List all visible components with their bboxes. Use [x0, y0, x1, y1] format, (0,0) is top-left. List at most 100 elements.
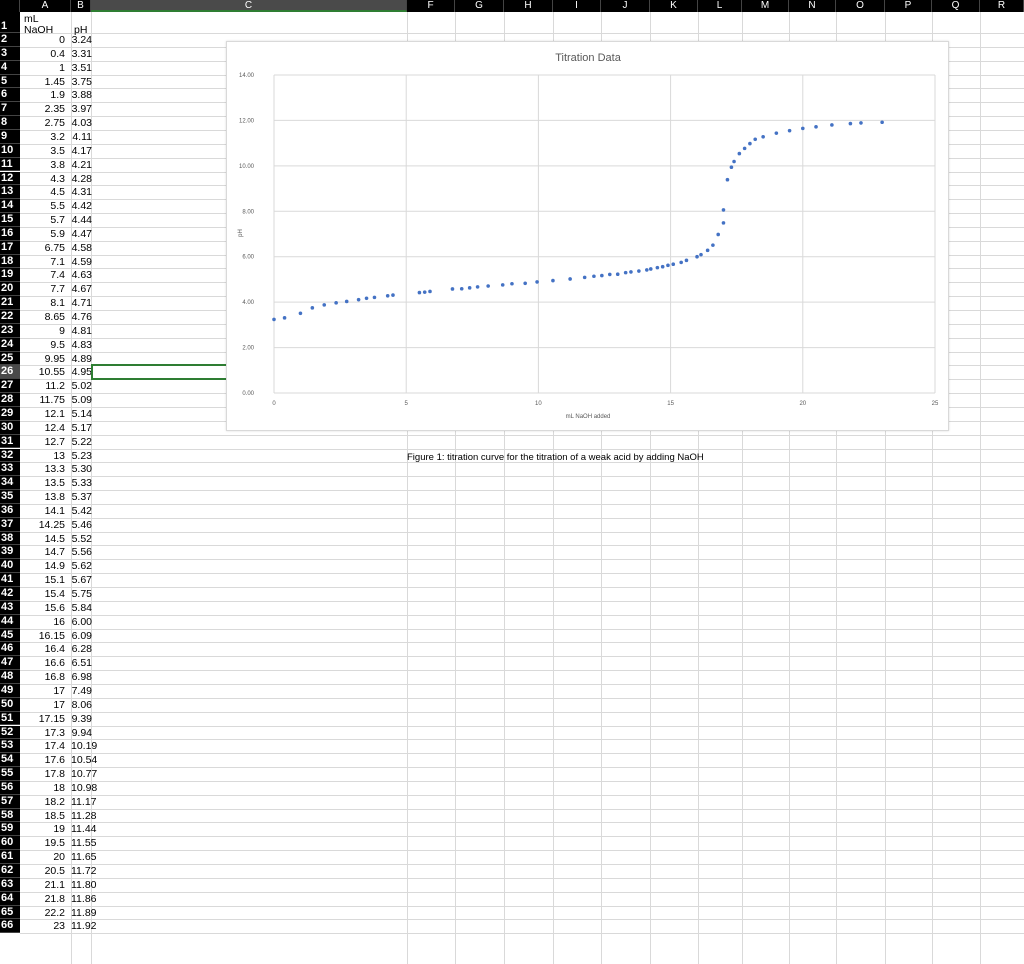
column-header-k[interactable]: K: [650, 0, 698, 12]
cell-ml-naoh[interactable]: 12.1: [20, 408, 65, 421]
cell-ph[interactable]: 5.22: [71, 436, 92, 449]
cell-ph[interactable]: 6.51: [71, 657, 92, 670]
cell-ml-naoh[interactable]: 9: [20, 325, 65, 338]
cell-ml-naoh[interactable]: 15.4: [20, 588, 65, 601]
cell-ml-naoh[interactable]: 0: [20, 34, 65, 47]
cell-ml-naoh[interactable]: 17: [20, 685, 65, 698]
cell-ml-naoh[interactable]: 3.2: [20, 131, 65, 144]
cell-ml-naoh[interactable]: 23: [20, 920, 65, 933]
cell-ml-naoh[interactable]: 10.55: [20, 366, 65, 379]
cell-ml-naoh[interactable]: 17.6: [20, 754, 65, 767]
cell-ph[interactable]: 5.46: [71, 519, 92, 532]
row-header-41[interactable]: 41: [0, 573, 20, 587]
row-header-2[interactable]: 2: [0, 33, 20, 47]
cell-ph[interactable]: 5.62: [71, 560, 92, 573]
cell-ph[interactable]: 5.17: [71, 422, 92, 435]
cell-ph[interactable]: 4.17: [71, 145, 92, 158]
cell-ph[interactable]: 4.42: [71, 200, 92, 213]
row-header-17[interactable]: 17: [0, 240, 20, 255]
row-header-8[interactable]: 8: [0, 116, 20, 130]
cell-ml-naoh[interactable]: 3.8: [20, 159, 65, 172]
cell-ph[interactable]: 3.24: [71, 34, 92, 47]
cell-ph[interactable]: 6.98: [71, 671, 92, 684]
cell-ph[interactable]: 3.97: [71, 103, 92, 116]
column-header-a[interactable]: A: [20, 0, 71, 12]
row-header-37[interactable]: 37: [0, 517, 20, 532]
row-header-35[interactable]: 35: [0, 490, 20, 504]
cell-ph[interactable]: 11.72: [71, 865, 97, 878]
cell-ph[interactable]: 11.89: [71, 907, 97, 920]
cell-ml-naoh[interactable]: 16: [20, 616, 65, 629]
row-header-34[interactable]: 34: [0, 476, 20, 491]
cell-ph[interactable]: 10.77: [71, 768, 97, 781]
cell-ml-naoh[interactable]: 17.8: [20, 768, 65, 781]
cell-ml-naoh[interactable]: 22.2: [20, 907, 65, 920]
row-header-32[interactable]: 32: [0, 448, 20, 463]
row-header-43[interactable]: 43: [0, 600, 20, 615]
cell-ml-naoh[interactable]: 19: [20, 823, 65, 836]
cell-ph[interactable]: 9.39: [71, 713, 92, 726]
cell-ml-naoh[interactable]: 18: [20, 782, 65, 795]
cell-ml-naoh[interactable]: 17: [20, 699, 65, 712]
cell-ph[interactable]: 4.67: [71, 283, 92, 296]
column-header-g[interactable]: G: [455, 0, 504, 12]
row-header-61[interactable]: 61: [0, 850, 20, 864]
column-header-i[interactable]: I: [553, 0, 601, 12]
row-header-65[interactable]: 65: [0, 905, 20, 920]
cell-ph[interactable]: 5.09: [71, 394, 92, 407]
cell-ph[interactable]: 10.19: [71, 740, 97, 753]
row-header-13[interactable]: 13: [0, 185, 20, 200]
cell-ph[interactable]: 3.75: [71, 76, 92, 89]
column-header-l[interactable]: L: [698, 0, 742, 12]
cell-ph[interactable]: 4.03: [71, 117, 92, 130]
cell-ml-naoh[interactable]: 16.6: [20, 657, 65, 670]
cell-ph[interactable]: 4.11: [71, 131, 92, 144]
column-header-j[interactable]: J: [601, 0, 650, 12]
row-header-59[interactable]: 59: [0, 822, 20, 837]
cell-ml-naoh[interactable]: 16.8: [20, 671, 65, 684]
cell-ph[interactable]: 5.23: [71, 450, 92, 463]
cell-ml-naoh[interactable]: 15.1: [20, 574, 65, 587]
row-header-11[interactable]: 11: [0, 157, 20, 172]
row-header-12[interactable]: 12: [0, 171, 20, 186]
row-header-54[interactable]: 54: [0, 753, 20, 768]
cell-ph[interactable]: 4.71: [71, 297, 92, 310]
cell-ph[interactable]: 10.54: [71, 754, 97, 767]
column-header-r[interactable]: R: [980, 0, 1024, 12]
cell-ml-naoh[interactable]: 5.7: [20, 214, 65, 227]
cell-ml-naoh[interactable]: 11.75: [20, 394, 66, 407]
cell-ml-naoh[interactable]: 20.5: [20, 865, 65, 878]
row-header-39[interactable]: 39: [0, 545, 20, 560]
cell-ml-naoh[interactable]: 13.5: [20, 477, 65, 490]
cell-ph[interactable]: 11.55: [71, 837, 97, 850]
cell-ph[interactable]: 6.09: [71, 630, 92, 643]
row-header-5[interactable]: 5: [0, 74, 20, 89]
row-header-64[interactable]: 64: [0, 891, 20, 906]
cell-ph[interactable]: 5.52: [71, 533, 92, 546]
row-header-42[interactable]: 42: [0, 587, 20, 601]
cell-ph[interactable]: 6.00: [71, 616, 92, 629]
cell-ml-naoh[interactable]: 17.3: [20, 727, 65, 740]
row-header-26[interactable]: 26: [0, 365, 20, 380]
row-header-18[interactable]: 18: [0, 254, 20, 269]
column-header-h[interactable]: H: [504, 0, 553, 12]
cell-ph[interactable]: 7.49: [71, 685, 92, 698]
cell-ph[interactable]: 4.47: [71, 228, 92, 241]
cell-ml-naoh[interactable]: 1: [20, 62, 65, 75]
cell-ph[interactable]: 3.51: [71, 62, 92, 75]
row-header-62[interactable]: 62: [0, 864, 20, 878]
cell-ml-naoh[interactable]: 4.5: [20, 186, 65, 199]
cell-ml-naoh[interactable]: 9.5: [20, 339, 65, 352]
row-header-66[interactable]: 66: [0, 919, 20, 934]
cell-ml-naoh[interactable]: 19.5: [20, 837, 65, 850]
select-all-corner[interactable]: [0, 0, 20, 12]
row-header-22[interactable]: 22: [0, 310, 20, 324]
cell-ml-naoh[interactable]: 15.6: [20, 602, 65, 615]
row-header-1[interactable]: 1: [0, 12, 20, 33]
cell-ph[interactable]: 3.31: [71, 48, 92, 61]
cell-ph[interactable]: 4.28: [71, 173, 92, 186]
cell-ml-naoh[interactable]: 0.4: [20, 48, 65, 61]
column-header-f[interactable]: F: [407, 0, 455, 12]
row-header-38[interactable]: 38: [0, 531, 20, 546]
cell-ml-naoh[interactable]: 21.8: [20, 893, 65, 906]
